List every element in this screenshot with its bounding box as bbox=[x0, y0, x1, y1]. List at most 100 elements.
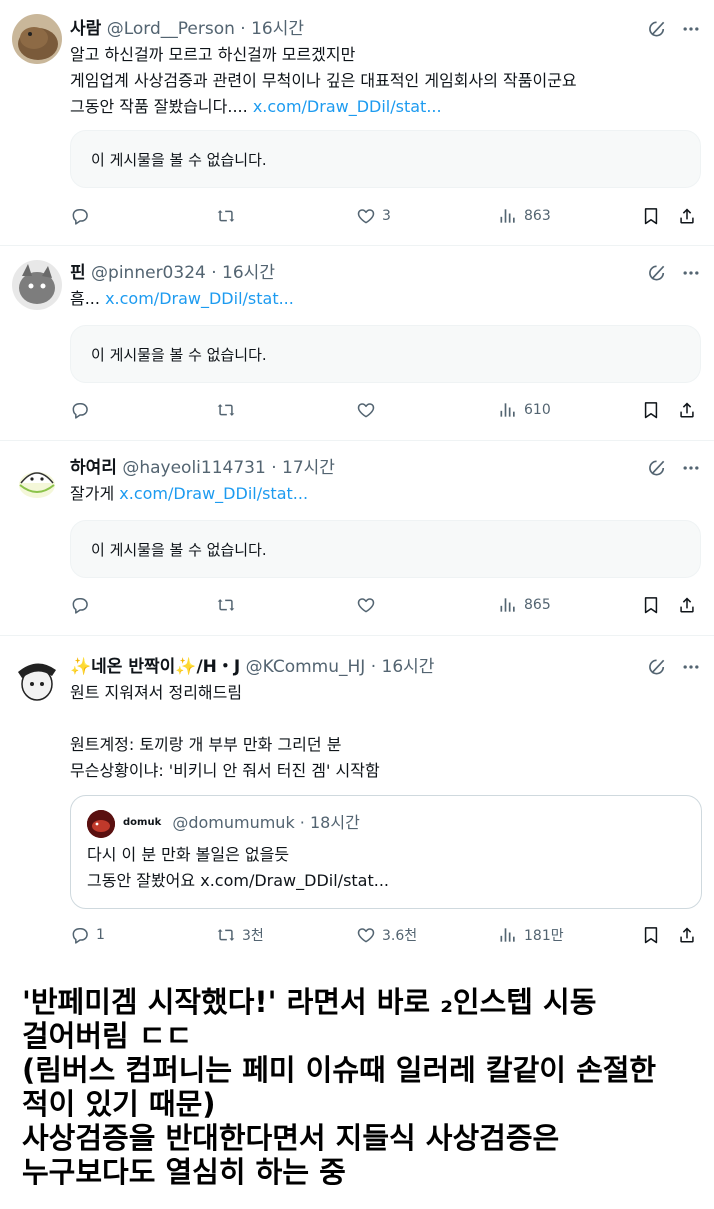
view-count: 865 bbox=[524, 597, 551, 613]
reply-button[interactable] bbox=[70, 400, 90, 420]
action-bar: 3 863 bbox=[70, 206, 702, 230]
reply-button[interactable] bbox=[70, 595, 90, 615]
bookmark-button[interactable] bbox=[641, 925, 661, 945]
grok-icon[interactable] bbox=[646, 457, 668, 479]
bookmark-button[interactable] bbox=[641, 206, 661, 226]
text-prefix: 흠... bbox=[70, 289, 100, 308]
timestamp[interactable]: 16시간 bbox=[222, 263, 275, 283]
share-button[interactable] bbox=[677, 595, 697, 615]
timestamp[interactable]: 16시간 bbox=[382, 657, 435, 677]
view-count: 610 bbox=[524, 402, 551, 418]
retweet-button[interactable] bbox=[216, 206, 236, 226]
quoted-header: domuk @domumumuk · 18시간 bbox=[123, 812, 360, 834]
views-button[interactable]: 865 bbox=[498, 595, 551, 615]
tweet-3[interactable]: 하여리 @hayeoli114731 · 17시간 잘가게 x.com/Draw… bbox=[0, 441, 714, 636]
tweet-top-icons bbox=[646, 457, 702, 479]
display-name[interactable]: 핀 bbox=[70, 263, 86, 283]
user-handle[interactable]: @Lord__Person bbox=[107, 19, 235, 39]
user-handle[interactable]: @hayeoli114731 bbox=[122, 458, 265, 478]
share-button[interactable] bbox=[677, 925, 697, 945]
more-options-icon[interactable] bbox=[680, 18, 702, 40]
timestamp[interactable]: 16시간 bbox=[251, 19, 304, 39]
tweet-text: 흠... x.com/Draw_DDil/stat... bbox=[70, 286, 294, 312]
separator-dot: · bbox=[240, 19, 246, 39]
text-line: 무슨상황이냐: '비키니 안 줘서 터진 겜' 시작함 bbox=[70, 761, 380, 780]
text-prefix: 그동안 잘봤어요 bbox=[87, 871, 196, 890]
tweet-text: 원트 지워져서 정리해드림 원트계정: 토끼랑 개 부부 만화 그리던 분 무슨… bbox=[70, 680, 380, 784]
retweet-button[interactable]: 3천 bbox=[216, 925, 264, 945]
grok-icon[interactable] bbox=[646, 262, 668, 284]
tweet-header: 사람 @Lord__Person · 16시간 bbox=[70, 18, 304, 40]
text-line: 게임업계 사상검증과 관련이 무척이나 깊은 대표적인 게임회사의 작품이군요 bbox=[70, 71, 577, 90]
retweet-icon bbox=[216, 400, 236, 420]
bookmark-button[interactable] bbox=[641, 595, 661, 615]
tweet-header: ✨네온 반짝이✨/H・J @KCommu_HJ · 16시간 bbox=[70, 656, 434, 678]
tweet-text: 알고 하신걸까 모르고 하신걸까 모르겠지만 게임업계 사상검증과 관련이 무척… bbox=[70, 42, 577, 120]
like-button[interactable]: 3.6천 bbox=[356, 925, 417, 945]
like-count: 3.6천 bbox=[382, 928, 418, 944]
user-handle[interactable]: @KCommu_HJ bbox=[246, 657, 366, 677]
reply-button[interactable]: 1 bbox=[70, 925, 105, 945]
share-button[interactable] bbox=[677, 206, 697, 226]
timestamp[interactable]: 17시간 bbox=[282, 458, 335, 478]
unavailable-post-card: 이 게시물을 볼 수 없습니다. bbox=[70, 520, 701, 578]
reply-count: 1 bbox=[96, 927, 105, 943]
reply-button[interactable] bbox=[70, 206, 90, 226]
more-options-icon[interactable] bbox=[680, 262, 702, 284]
quoted-display-name: domuk bbox=[123, 817, 162, 828]
tweet-text: 잘가게 x.com/Draw_DDil/stat... bbox=[70, 481, 308, 507]
tweet-header: 하여리 @hayeoli114731 · 17시간 bbox=[70, 457, 335, 479]
views-button[interactable]: 863 bbox=[498, 206, 551, 226]
text-line: 그동안 작품 잘봤습니다.... x.com/Draw_DDil/stat... bbox=[70, 94, 577, 120]
share-button[interactable] bbox=[677, 400, 697, 420]
tweet-4[interactable]: ✨네온 반짝이✨/H・J @KCommu_HJ · 16시간 원트 지워져서 정… bbox=[0, 636, 714, 966]
like-icon bbox=[356, 400, 376, 420]
separator-dot: · bbox=[211, 263, 217, 283]
separator-dot: · bbox=[271, 458, 277, 478]
separator-dot: · bbox=[370, 657, 377, 677]
quoted-avatar bbox=[87, 810, 115, 838]
views-button[interactable]: 610 bbox=[498, 400, 551, 420]
bookmark-icon bbox=[641, 595, 661, 615]
tweet-top-icons bbox=[646, 262, 702, 284]
grok-icon[interactable] bbox=[646, 18, 668, 40]
like-button[interactable] bbox=[356, 595, 382, 615]
avatar-ghost[interactable] bbox=[12, 455, 62, 505]
avatar-cat[interactable] bbox=[12, 260, 62, 310]
tweet-2[interactable]: 핀 @pinner0324 · 16시간 흠... x.com/Draw_DDi… bbox=[0, 246, 714, 441]
tweet-link[interactable]: x.com/Draw_DDil/stat... bbox=[253, 97, 442, 116]
views-icon bbox=[498, 206, 518, 226]
like-button[interactable] bbox=[356, 400, 382, 420]
quoted-link[interactable]: x.com/Draw_DDil/stat... bbox=[200, 871, 389, 890]
tweet-1[interactable]: 사람 @Lord__Person · 16시간 알고 하신걸까 모르고 하신걸까… bbox=[0, 0, 714, 246]
view-count: 181만 bbox=[524, 928, 564, 944]
bookmark-button[interactable] bbox=[641, 400, 661, 420]
more-options-icon[interactable] bbox=[680, 656, 702, 678]
tweet-link[interactable]: x.com/Draw_DDil/stat... bbox=[119, 484, 308, 503]
user-handle[interactable]: @pinner0324 bbox=[91, 263, 206, 283]
like-count: 3 bbox=[382, 208, 391, 224]
display-name[interactable]: 사람 bbox=[70, 19, 101, 39]
tweet-link[interactable]: x.com/Draw_DDil/stat... bbox=[105, 289, 294, 308]
like-button[interactable]: 3 bbox=[356, 206, 391, 226]
avatar-character[interactable] bbox=[12, 654, 62, 704]
bookmark-icon bbox=[641, 206, 661, 226]
display-name[interactable]: 하여리 bbox=[70, 458, 117, 478]
quoted-tweet[interactable]: domuk @domumumuk · 18시간 다시 이 분 만화 볼일은 없을… bbox=[70, 795, 702, 909]
views-button[interactable]: 181만 bbox=[498, 925, 564, 945]
text-line-blank bbox=[70, 706, 380, 732]
text-line: 원트 지워져서 정리해드림 bbox=[70, 683, 243, 702]
unavailable-post-card: 이 게시물을 볼 수 없습니다. bbox=[70, 325, 701, 383]
retweet-icon bbox=[216, 925, 236, 945]
retweet-count: 3천 bbox=[242, 928, 264, 944]
tweet-header: 핀 @pinner0324 · 16시간 bbox=[70, 262, 275, 284]
more-options-icon[interactable] bbox=[680, 457, 702, 479]
like-icon bbox=[356, 206, 376, 226]
grok-icon[interactable] bbox=[646, 656, 668, 678]
retweet-button[interactable] bbox=[216, 400, 236, 420]
retweet-button[interactable] bbox=[216, 595, 236, 615]
bookmark-icon bbox=[641, 925, 661, 945]
reply-icon bbox=[70, 925, 90, 945]
display-name[interactable]: ✨네온 반짝이✨/H・J bbox=[70, 657, 240, 677]
avatar-capybara[interactable] bbox=[12, 14, 62, 64]
